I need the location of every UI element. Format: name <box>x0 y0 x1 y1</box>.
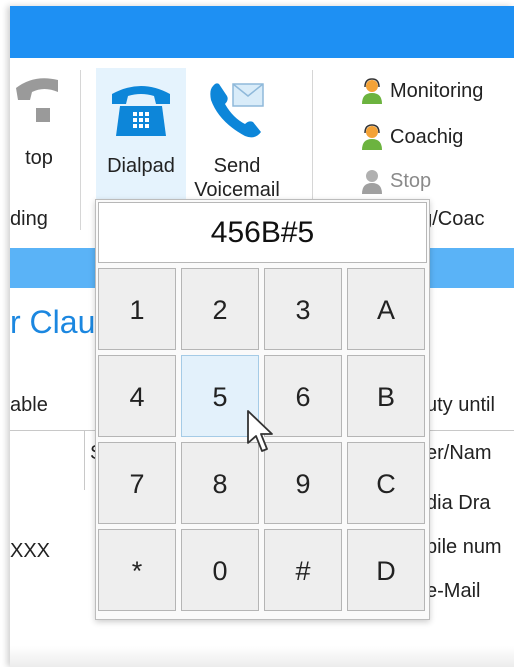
dialpad-key-a[interactable]: A <box>347 268 425 350</box>
list-item: er/Nam <box>426 442 492 464</box>
stop-recording-label: top <box>25 147 53 169</box>
title-bar <box>10 6 514 58</box>
stop-label: Stop <box>390 169 432 192</box>
dialpad-key-c[interactable]: C <box>347 442 425 524</box>
table-cell: XXX <box>10 540 51 562</box>
dialpad-label: Dialpad <box>107 155 175 177</box>
stop-recording-button[interactable]: top <box>10 70 74 170</box>
coaching-button[interactable]: Coachig <box>360 124 463 150</box>
stop-monitoring-button[interactable]: Stop <box>360 168 431 194</box>
column-header-duty-until: uty until <box>426 394 495 416</box>
agent-headset-icon <box>362 78 382 104</box>
dialpad-phone-icon <box>112 86 170 136</box>
dialpad-key-2[interactable]: 2 <box>181 268 259 350</box>
dialpad-key-d[interactable]: D <box>347 529 425 611</box>
dialpad-key-star[interactable]: * <box>98 529 176 611</box>
agent-stop-icon <box>362 170 382 194</box>
dialpad-key-3[interactable]: 3 <box>264 268 342 350</box>
monitoring-button[interactable]: Monitoring <box>360 78 483 104</box>
mouse-pointer-icon <box>247 410 273 452</box>
list-item: e-Mail <box>426 580 481 602</box>
phone-stop-icon <box>16 78 58 122</box>
monitoring-label: Monitoring <box>390 79 484 102</box>
dialpad-key-4[interactable]: 4 <box>98 355 176 437</box>
dialpad-key-7[interactable]: 7 <box>98 442 176 524</box>
recording-group-label: ding <box>10 208 48 230</box>
list-item: dia Dra <box>426 492 491 514</box>
dialpad-key-b[interactable]: B <box>347 355 425 437</box>
send-voicemail-button[interactable]: Send Voicemail <box>192 68 282 202</box>
list-item: bile num <box>426 536 502 558</box>
page-heading: r Clau <box>10 304 96 340</box>
group-separator <box>80 70 81 230</box>
column-header-available: able <box>10 394 48 416</box>
column-divider <box>84 430 85 490</box>
dialpad-display[interactable]: 456B#5 <box>98 202 427 263</box>
dialpad-key-1[interactable]: 1 <box>98 268 176 350</box>
dialpad-key-0[interactable]: 0 <box>181 529 259 611</box>
voicemail-phone-icon <box>210 83 264 138</box>
dialpad-key-hash[interactable]: # <box>264 529 342 611</box>
agent-headset-icon <box>362 124 382 150</box>
send-voicemail-label: Send Voicemail <box>194 155 280 201</box>
coaching-label: Coachig <box>390 125 464 148</box>
window-bottom-edge <box>10 646 514 667</box>
dialpad-button[interactable]: Dialpad <box>96 68 186 218</box>
